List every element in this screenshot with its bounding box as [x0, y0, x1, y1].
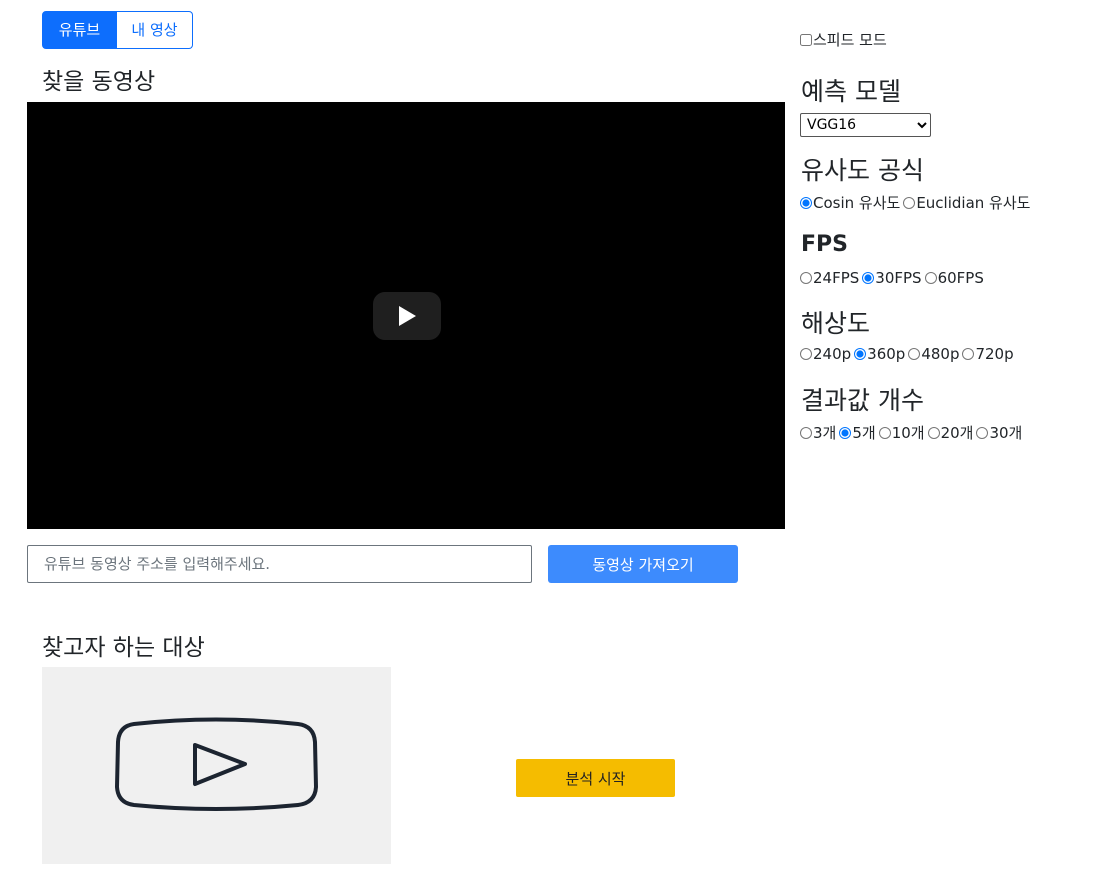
- fps-option-30[interactable]: 30FPS: [862, 269, 922, 287]
- radio-label: 240p: [813, 345, 852, 363]
- resolution-option-240[interactable]: 240p: [800, 345, 851, 363]
- result-count-option-10[interactable]: 10개: [878, 422, 925, 443]
- radio-label: 480p: [921, 345, 960, 363]
- video-placeholder-icon: [114, 717, 319, 811]
- source-tabs: 유튜브 내 영상: [42, 11, 193, 49]
- speed-mode-label: 스피드 모드: [813, 31, 887, 49]
- fps-option-24[interactable]: 24FPS: [800, 269, 859, 287]
- resolution-radio-360[interactable]: [854, 348, 867, 360]
- fps-title: FPS: [801, 232, 848, 257]
- resolution-title: 해상도: [801, 309, 871, 338]
- similarity-option-cosin[interactable]: Cosin 유사도: [800, 192, 900, 213]
- model-title: 예측 모델: [801, 77, 901, 106]
- tab-my-video[interactable]: 내 영상: [117, 11, 193, 49]
- radio-label: 30FPS: [875, 269, 922, 287]
- radio-label: 10개: [891, 424, 925, 442]
- result-count-radio-30[interactable]: [976, 426, 989, 439]
- start-analysis-button[interactable]: 분석 시작: [516, 759, 675, 797]
- resolution-radio-240[interactable]: [800, 348, 812, 360]
- similarity-options: Cosin 유사도 Euclidian 유사도: [800, 192, 1033, 213]
- fps-radio-24[interactable]: [800, 272, 812, 284]
- result-count-option-3[interactable]: 3개: [800, 422, 836, 443]
- speed-mode-checkbox[interactable]: [800, 33, 812, 46]
- radio-label: 5개: [852, 424, 876, 442]
- result-count-radio-10[interactable]: [878, 426, 891, 439]
- result-count-option-20[interactable]: 20개: [927, 422, 974, 443]
- result-count-title: 결과값 개수: [801, 386, 924, 415]
- radio-label: 30개: [989, 424, 1023, 442]
- result-count-option-5[interactable]: 5개: [839, 422, 876, 443]
- resolution-option-360[interactable]: 360p: [854, 345, 905, 363]
- similarity-radio-euclidian[interactable]: [903, 196, 916, 209]
- result-count-option-30[interactable]: 30개: [976, 422, 1022, 443]
- radio-label: 720p: [975, 345, 1014, 363]
- fps-radio-30[interactable]: [862, 272, 875, 284]
- resolution-radio-720[interactable]: [962, 348, 975, 360]
- similarity-option-euclidian[interactable]: Euclidian 유사도: [903, 192, 1030, 213]
- video-section-title: 찾을 동영상: [42, 69, 156, 95]
- speed-mode-toggle[interactable]: 스피드 모드: [800, 29, 887, 50]
- result-count-options: 3개 5개 10개 20개 30개: [800, 422, 1025, 443]
- fps-options: 24FPS 30FPS 60FPS: [800, 269, 987, 287]
- target-image-placeholder[interactable]: [42, 667, 391, 864]
- result-count-radio-3[interactable]: [800, 426, 812, 439]
- resolution-option-480[interactable]: 480p: [908, 345, 959, 363]
- radio-label: 24FPS: [813, 269, 860, 287]
- radio-label: Euclidian 유사도: [916, 194, 1031, 212]
- similarity-radio-cosin[interactable]: [800, 196, 812, 209]
- model-select[interactable]: VGG16: [800, 113, 931, 137]
- play-icon: [399, 306, 416, 326]
- radio-label: 60FPS: [937, 269, 984, 287]
- radio-label: Cosin 유사도: [813, 194, 901, 212]
- resolution-options: 240p 360p 480p 720p: [800, 345, 1017, 363]
- resolution-option-720[interactable]: 720p: [962, 345, 1014, 363]
- youtube-url-input[interactable]: [27, 545, 532, 583]
- similarity-title: 유사도 공식: [801, 156, 924, 185]
- fps-option-60[interactable]: 60FPS: [924, 269, 984, 287]
- result-count-radio-5[interactable]: [839, 426, 852, 439]
- video-player[interactable]: [27, 102, 785, 529]
- tab-youtube[interactable]: 유튜브: [42, 11, 117, 49]
- fps-radio-60[interactable]: [924, 272, 937, 284]
- result-count-radio-20[interactable]: [927, 426, 940, 439]
- radio-label: 20개: [940, 424, 974, 442]
- target-section-title: 찾고자 하는 대상: [42, 635, 205, 661]
- radio-label: 360p: [867, 345, 906, 363]
- resolution-radio-480[interactable]: [908, 348, 921, 360]
- radio-label: 3개: [813, 424, 837, 442]
- fetch-video-button[interactable]: 동영상 가져오기: [548, 545, 738, 583]
- play-button[interactable]: [373, 292, 441, 340]
